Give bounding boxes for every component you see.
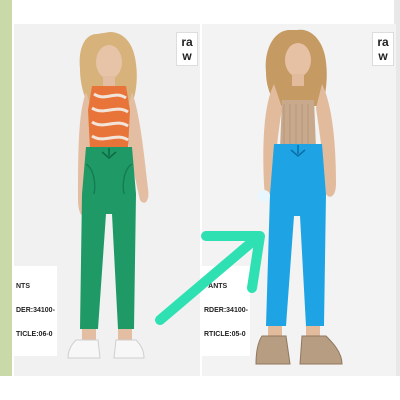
annotation-arrow: [155, 231, 265, 325]
bottom-white-strip: [0, 376, 400, 400]
product-collage: ra w NTS DER:34100- TICLE:06-0 ra w PANT…: [0, 0, 400, 400]
